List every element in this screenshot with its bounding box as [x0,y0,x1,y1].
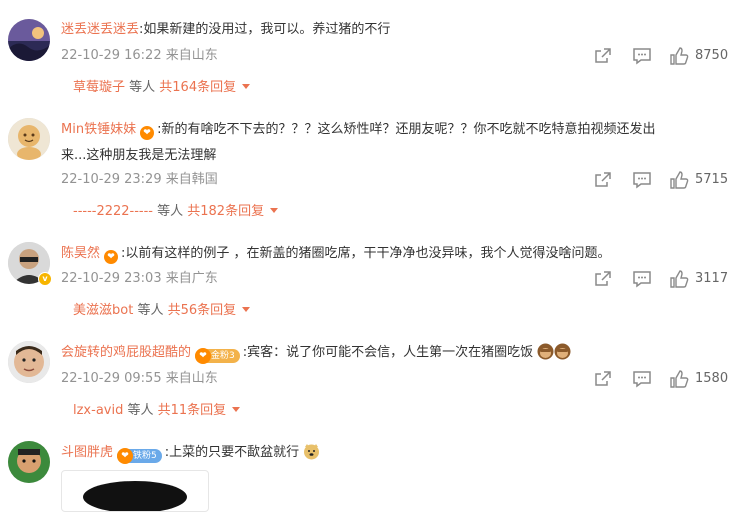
reply-count-link[interactable]: 共56条回复 [168,303,237,318]
reply-summary[interactable]: -----2222----- 等人 共182条回复 [73,203,279,221]
comment-meta: 22-10-29 16:22 来自山东 [61,47,218,65]
like-count: 1580 [695,371,729,386]
reply-username[interactable]: 草莓璇子 [73,80,125,95]
comment-actions: 1580 [593,369,733,389]
chevron-down-icon[interactable] [242,84,251,89]
reply-count-link[interactable]: 共164条回复 [159,80,236,95]
share-icon[interactable] [593,46,613,66]
comment-actions: 3117 [593,269,733,289]
reply-username[interactable]: 美滋滋bot [73,303,133,318]
reply-mid-text: 等人 [153,204,188,219]
reply-username[interactable]: -----2222----- [73,204,153,219]
share-icon[interactable] [593,170,613,190]
avatar[interactable] [8,118,50,160]
fan-heart-icon: ❤ [117,448,134,464]
fan-heart-icon: ❤ [104,250,119,264]
timestamp: 22-10-29 16:22 [61,48,162,63]
fan-heart-icon: ❤ [195,348,212,364]
reply-count-link[interactable]: 共11条回复 [158,403,227,418]
comment-body-line2: 来...这种朋友我是无法理解 [61,148,217,163]
reply-mid-text: 等人 [125,80,160,95]
reply-username[interactable]: lzx-avid [73,403,123,418]
timestamp: 22-10-29 23:29 [61,172,162,187]
comment-meta: 22-10-29 23:29 来自韩国 [61,171,218,189]
comment-body: :上菜的只要不歃盆就行 [164,445,300,460]
like-count: 3117 [695,271,729,286]
avatar[interactable] [8,19,50,61]
location: 来自山东 [165,371,218,386]
comment-icon[interactable] [632,46,652,66]
location: 来自山东 [165,48,218,63]
doge-emoji [304,444,320,460]
comment-body: :以前有这样的例子 ，在新盖的猪圈吃席，干干净净也没异味，我个人觉得没啥问题。 [121,246,611,261]
image-preview[interactable] [61,470,209,512]
fan-medal-label: 金粉3 [211,351,235,361]
comment-body: :新的有啥吃不下去的？？？这么矫性咩？还朋友呢？？你不吃就不吃特意拍视频还发出 [157,122,656,137]
reply-summary[interactable]: 美滋滋bot 等人 共56条回复 [73,302,251,320]
timestamp: 22-10-29 23:03 [61,271,162,286]
reply-mid-text: 等人 [133,303,168,318]
comment-body: :宾客：说了你可能不会信，人生第一次在猪圈吃饭 [242,345,534,360]
comment-icon[interactable] [632,269,652,289]
share-icon[interactable] [593,269,613,289]
monkey-emoji [537,343,554,360]
fan-heart-icon: ❤ [140,126,155,140]
comment-text: 陈昊然 ❤:以前有这样的例子 ，在新盖的猪圈吃席，干干净净也没异味，我个人觉得没啥… [61,241,729,267]
like-count: 5715 [695,172,729,187]
timestamp: 22-10-29 09:55 [61,371,162,386]
comment-actions: 8750 [593,46,733,66]
avatar[interactable] [8,341,50,383]
chevron-down-icon[interactable] [242,307,251,312]
monkey-emoji [554,343,571,360]
comment-actions: 5715 [593,170,733,190]
username[interactable]: 会旋转的鸡屁股超酷的 [61,345,191,360]
chevron-down-icon[interactable] [270,208,279,213]
avatar[interactable] [8,441,50,483]
username[interactable]: 斗图胖虎 [61,445,113,460]
reply-mid-text: 等人 [123,403,158,418]
comment-text: 迷丢迷丢迷丢:如果新建的没用过，我可以。养过猪的不行 [61,17,729,43]
reply-count-link[interactable]: 共182条回复 [187,204,264,219]
comment-icon[interactable] [632,369,652,389]
comment-text: Min铁锤妹妹 ❤:新的有啥吃不下去的？？？这么矫性咩？还朋友呢？？你不吃就不吃特… [61,117,729,169]
username[interactable]: 迷丢迷丢迷丢 [61,22,139,37]
like-icon[interactable] [669,170,689,190]
comment-body: :如果新建的没用过，我可以。养过猪的不行 [139,22,391,37]
reply-summary[interactable]: 草莓璇子 等人 共164条回复 [73,79,251,97]
share-icon[interactable] [593,369,613,389]
comment-text: 会旋转的鸡屁股超酷的 ❤ 金粉3:宾客：说了你可能不会信，人生第一次在猪圈吃饭 [61,340,729,366]
like-count: 8750 [695,48,729,63]
location: 来自韩国 [165,172,218,187]
verified-badge-icon: v [38,272,52,286]
fan-medal-badge: ❤ 铁粉5 [117,448,162,464]
location: 来自广东 [165,271,218,286]
comment-text: 斗图胖虎 ❤ 铁粉5:上菜的只要不歃盆就行 [61,440,729,466]
like-icon[interactable] [669,46,689,66]
comment-meta: 22-10-29 23:03 来自广东 [61,270,218,288]
chevron-down-icon[interactable] [232,407,241,412]
like-icon[interactable] [669,369,689,389]
username[interactable]: 陈昊然 [61,246,100,261]
username[interactable]: Min铁锤妹妹 [61,122,136,137]
comment-icon[interactable] [632,170,652,190]
fan-medal-badge: ❤ 金粉3 [195,348,240,364]
like-icon[interactable] [669,269,689,289]
reply-summary[interactable]: lzx-avid 等人 共11条回复 [73,402,241,420]
comment-meta: 22-10-29 09:55 来自山东 [61,370,218,388]
fan-medal-label: 铁粉5 [133,451,157,461]
